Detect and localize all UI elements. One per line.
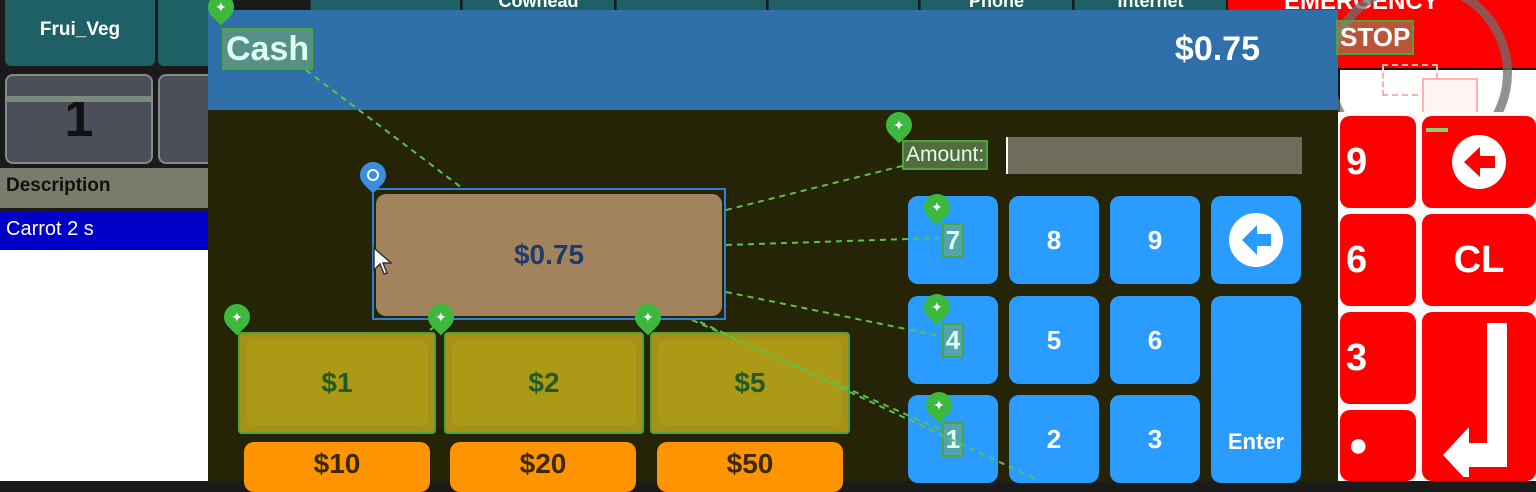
annotation-connectors [305,69,1448,481]
mouse-cursor-icon [373,246,392,275]
stop-overlay-mark [1426,128,1448,132]
stop-label: STOP [1335,20,1415,55]
